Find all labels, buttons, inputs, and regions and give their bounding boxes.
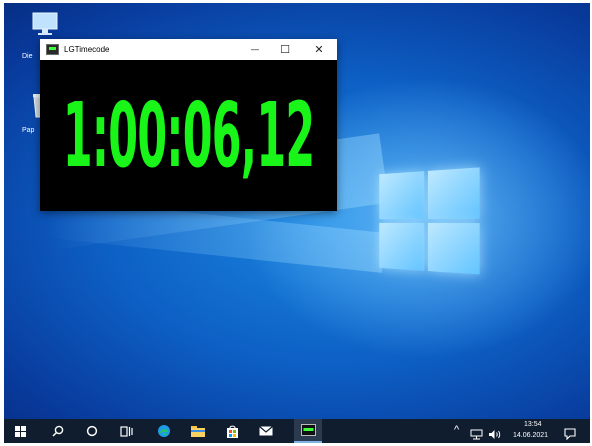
task-view-button[interactable] (112, 419, 140, 443)
minimize-icon: — (250, 44, 260, 55)
lgtimecode-window[interactable]: LGTimecode — ☐ ✕ 1:00:06,12 (40, 39, 337, 211)
cortana-icon (86, 425, 98, 437)
close-button[interactable]: ✕ (304, 39, 334, 60)
file-explorer-button[interactable] (184, 419, 212, 443)
minimize-button[interactable]: — (240, 39, 270, 60)
maximize-icon: ☐ (280, 43, 290, 56)
tray-chevron-icon[interactable]: ^ (454, 424, 459, 436)
notification-icon (564, 428, 576, 441)
edge-button[interactable] (150, 419, 178, 443)
screen-frame: Die Pap LGTimecode — ☐ ✕ 1:00:06,12 ^ 13… (0, 0, 592, 446)
cortana-button[interactable] (78, 419, 106, 443)
mail-icon (259, 426, 273, 436)
app-icon (46, 44, 59, 55)
volume-button[interactable] (488, 425, 502, 444)
search-icon (52, 425, 64, 437)
network-icon (470, 429, 483, 440)
maximize-button[interactable]: ☐ (270, 39, 300, 60)
start-icon (14, 425, 26, 437)
start-button[interactable] (6, 419, 34, 443)
window-title: LGTimecode (64, 45, 110, 54)
task-view-icon (119, 425, 133, 437)
network-button[interactable] (470, 425, 483, 444)
lgtimecode-taskbar-icon (300, 424, 316, 436)
store-button[interactable] (218, 419, 246, 443)
volume-icon (489, 430, 501, 439)
store-icon (226, 425, 238, 438)
desktop-icon-label: Die (22, 53, 33, 60)
taskbar: ^ 13:54 14.06.2021 (4, 419, 590, 443)
notifications-button[interactable] (564, 425, 576, 444)
search-button[interactable] (44, 419, 72, 443)
clock-date: 14.06.2021 (513, 432, 549, 439)
clock[interactable]: 13:54 14.06.2021 (510, 419, 554, 443)
mail-button[interactable] (252, 419, 280, 443)
close-icon: ✕ (314, 43, 324, 56)
clock-time: 13:54 (524, 421, 542, 428)
timecode-value: 1:00:06,12 (62, 83, 315, 188)
desktop-icon-label: Pap (22, 127, 35, 134)
window-titlebar[interactable]: LGTimecode — ☐ ✕ (40, 39, 337, 60)
this-pc-icon (32, 12, 58, 35)
timecode-display: 1:00:06,12 (40, 60, 337, 211)
edge-icon (158, 425, 170, 437)
windows-wallpaper-logo (379, 167, 481, 277)
lgtimecode-taskbar-button[interactable] (294, 419, 322, 443)
file-explorer-icon (191, 426, 205, 437)
